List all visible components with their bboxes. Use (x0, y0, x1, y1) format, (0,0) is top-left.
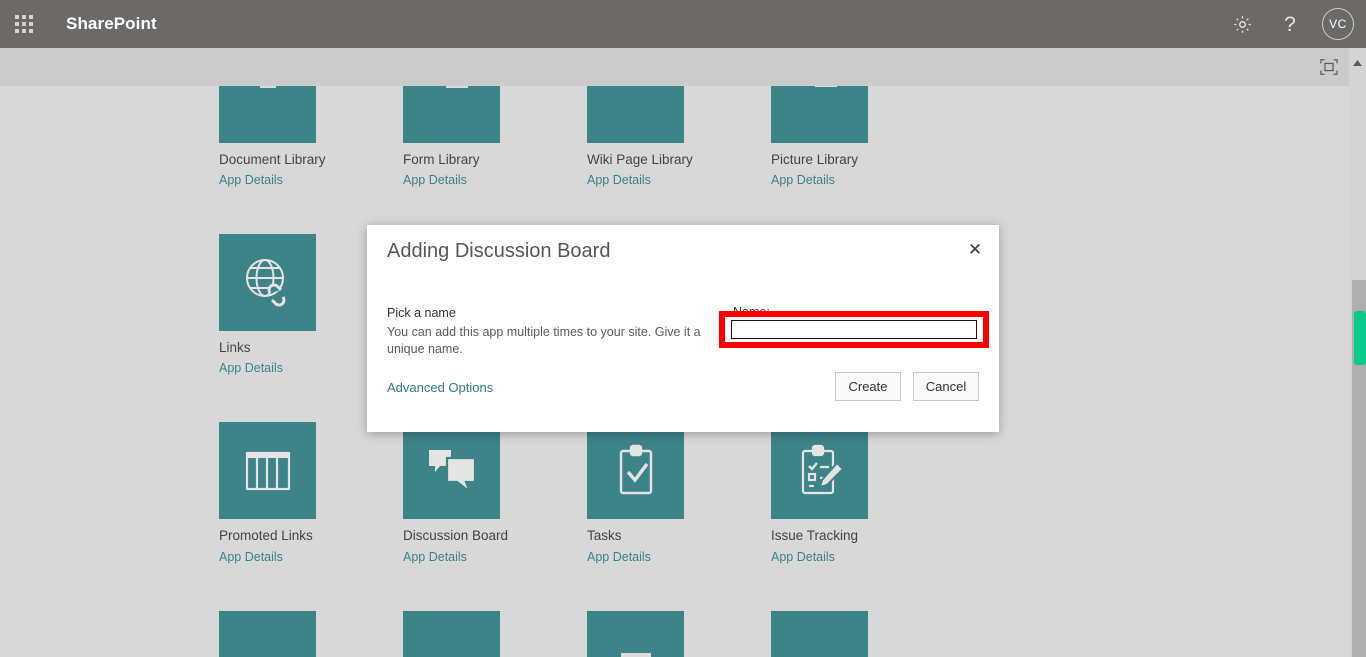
promoted-links-icon (245, 451, 290, 490)
tile-title: Tasks (587, 528, 622, 544)
app-tile-discussion-board[interactable]: Discussion Board App Details (403, 422, 587, 564)
dialog-title: Adding Discussion Board (387, 240, 611, 262)
tile-thumbnail (587, 610, 684, 657)
partial-tile-icon (424, 631, 480, 657)
app-launcher-button[interactable] (0, 0, 48, 48)
app-tile-partial-1[interactable] (219, 610, 403, 657)
scroll-up-arrow-icon (1353, 60, 1362, 66)
app-tile-form-library[interactable]: Form Library App Details (403, 86, 587, 187)
tile-title: Document Library (219, 152, 326, 167)
app-tile-partial-2[interactable] (403, 610, 587, 657)
sharepoint-app-catalog-screen: SharePoint ? VC Document Library App Det… (0, 0, 1366, 657)
tile-thumbnail (771, 86, 868, 143)
app-details-link[interactable]: App Details (771, 173, 955, 187)
create-button[interactable]: Create (835, 372, 901, 401)
pick-a-name-heading: Pick a name (387, 306, 456, 320)
partial-tile-icon (240, 631, 296, 657)
scroll-up-button[interactable] (1349, 56, 1366, 70)
name-input[interactable] (731, 320, 977, 339)
command-sub-bar (0, 48, 1349, 86)
settings-button[interactable] (1218, 0, 1266, 48)
scrollbar-thumb[interactable] (1354, 311, 1366, 365)
tile-title: Issue Tracking (771, 528, 859, 544)
cancel-button[interactable]: Cancel (913, 372, 979, 401)
app-details-link[interactable]: App Details (219, 173, 403, 187)
focus-on-content-icon (1320, 59, 1338, 75)
tile-thumbnail (587, 86, 684, 143)
app-tile-tasks[interactable]: Tasks App Details (587, 422, 771, 564)
tile-thumbnail (771, 422, 868, 520)
dialog-description-block: Pick a name You can add this app multipl… (387, 306, 717, 358)
pick-a-name-description: You can add this app multiple times to y… (387, 325, 701, 356)
page-scrollbar[interactable] (1349, 48, 1366, 657)
close-icon[interactable]: ✕ (962, 236, 988, 262)
tile-title: Form Library (403, 152, 480, 167)
tile-title: Discussion Board (403, 528, 509, 544)
app-tile-partial-3[interactable] (587, 610, 771, 657)
tile-thumbnail (219, 610, 316, 657)
tile-row (219, 610, 979, 657)
adding-app-dialog: Adding Discussion Board ✕ Pick a name Yo… (367, 225, 999, 432)
tile-thumbnail (219, 422, 316, 520)
question-mark-icon: ? (1284, 12, 1296, 36)
user-avatar[interactable]: VC (1322, 8, 1354, 40)
app-details-link[interactable]: App Details (771, 550, 955, 564)
app-tile-promoted-links[interactable]: Promoted Links App Details (219, 422, 403, 564)
advanced-options-link[interactable]: Advanced Options (387, 380, 493, 395)
wiki-page-library-icon (613, 86, 658, 111)
app-tile-document-library[interactable]: Document Library App Details (219, 86, 403, 187)
help-button[interactable]: ? (1266, 0, 1314, 48)
suite-header-bar: SharePoint ? VC (0, 0, 1366, 48)
tile-thumbnail (219, 86, 316, 143)
tile-title: Promoted Links (219, 528, 313, 544)
tile-thumbnail (403, 86, 500, 143)
tile-title: Picture Library (771, 152, 859, 167)
gear-icon (1233, 15, 1251, 33)
app-details-link[interactable]: App Details (403, 550, 587, 564)
focus-on-content-button[interactable] (1315, 54, 1343, 80)
app-details-link[interactable]: App Details (587, 550, 771, 564)
app-tile-picture-library[interactable]: Picture Library App Details (771, 86, 955, 187)
brand-title: SharePoint (66, 14, 157, 33)
app-launcher-waffle-icon (15, 15, 33, 33)
issue-tracking-clipboard-pencil-icon (801, 444, 844, 494)
tile-thumbnail (587, 422, 684, 520)
picture-library-icon (797, 86, 842, 111)
tile-row: Document Library App Details Form Librar… (219, 86, 979, 187)
app-details-link[interactable]: App Details (587, 173, 771, 187)
tasks-clipboard-check-icon (619, 444, 652, 495)
partial-calendar-icon (620, 653, 651, 657)
dialog-actions: Create Cancel (835, 372, 979, 401)
tile-thumbnail (771, 610, 868, 657)
app-tile-issue-tracking[interactable]: Issue Tracking App Details (771, 422, 955, 564)
discussion-board-icon (428, 449, 476, 496)
tile-row: Promoted Links App Details Discussion Bo… (219, 422, 979, 564)
app-tile-partial-4[interactable] (771, 610, 955, 657)
app-tile-wiki-page-library[interactable]: Wiki Page Library App Details (587, 86, 771, 187)
app-details-link[interactable]: App Details (219, 550, 403, 564)
tile-thumbnail (403, 610, 500, 657)
tile-thumbnail (219, 234, 316, 332)
document-library-icon (245, 86, 290, 111)
tile-thumbnail (403, 422, 500, 520)
links-globe-chain-icon (245, 258, 285, 307)
partial-tile-icon (792, 631, 848, 657)
form-library-icon (429, 86, 474, 111)
suite-header-actions: ? VC (1218, 0, 1366, 48)
tile-title: Wiki Page Library (587, 152, 693, 167)
app-details-link[interactable]: App Details (403, 173, 587, 187)
